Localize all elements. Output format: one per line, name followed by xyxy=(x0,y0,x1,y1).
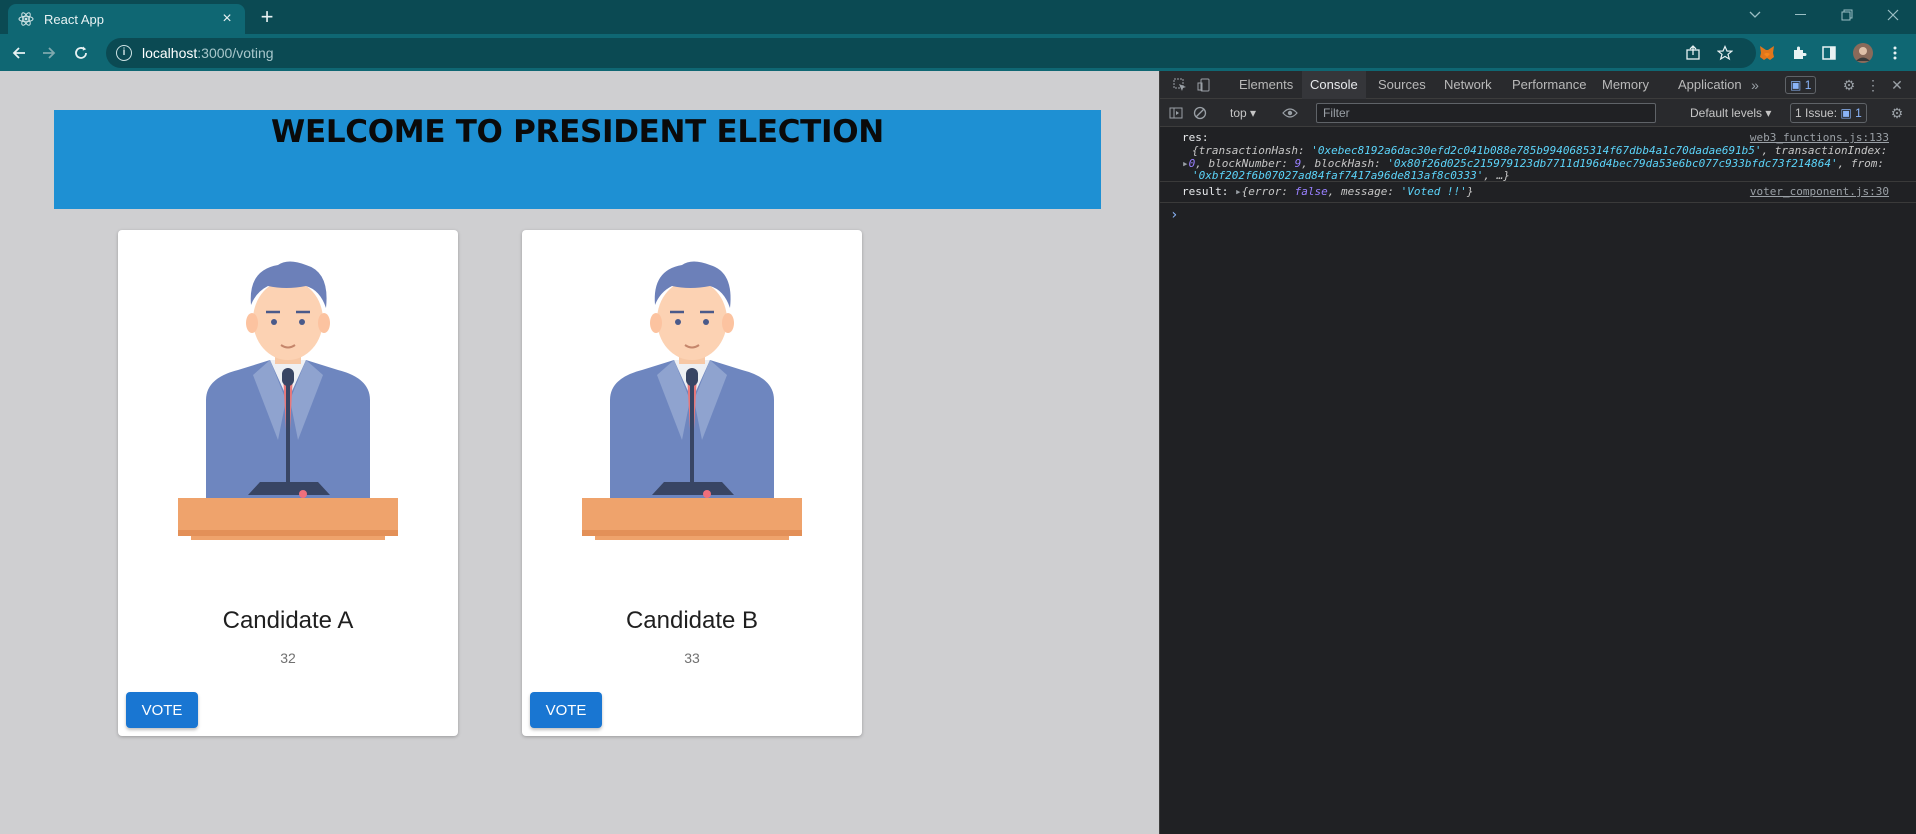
console-output: web3_functions.js:133 res: {transactionH… xyxy=(1160,128,1916,227)
filter-input[interactable]: Filter xyxy=(1316,103,1656,123)
share-icon[interactable] xyxy=(1682,42,1704,64)
browser-toolbar: i localhost:3000/voting xyxy=(0,34,1916,71)
site-info-icon[interactable]: i xyxy=(116,45,132,61)
candidate-name: Candidate B xyxy=(625,607,759,634)
react-logo-icon xyxy=(18,11,34,27)
log-source-link[interactable]: web3_functions.js:133 xyxy=(1750,131,1889,145)
tab-search-icon[interactable] xyxy=(1732,0,1778,30)
issue-icon: ▣ xyxy=(1840,106,1852,120)
devtools-panel: Elements Console Sources Network Perform… xyxy=(1159,71,1916,834)
browser-tab[interactable]: React App × xyxy=(8,4,245,34)
candidate-name: Candidate A xyxy=(222,607,354,634)
candidate-card: Candidate A 32 VOTE xyxy=(118,230,458,736)
url-host: localhost xyxy=(142,45,198,61)
profile-avatar[interactable] xyxy=(1852,42,1874,64)
inspect-element-icon[interactable] xyxy=(1170,75,1190,95)
log-source-link[interactable]: voter_component.js:30 xyxy=(1750,185,1889,199)
extensions-icon[interactable] xyxy=(1788,42,1810,64)
new-tab-icon[interactable]: + xyxy=(256,6,278,29)
console-log-entry: web3_functions.js:133 res: {transactionH… xyxy=(1160,128,1916,182)
minimize-icon[interactable] xyxy=(1778,0,1824,30)
candidate-avatar-icon xyxy=(582,261,802,540)
tab-console[interactable]: Console xyxy=(1302,71,1366,99)
log-label: result: xyxy=(1182,185,1229,198)
page-title: WELCOME TO PRESIDENT ELECTION xyxy=(271,114,884,150)
vote-button[interactable]: VOTE xyxy=(530,692,602,728)
star-icon[interactable] xyxy=(1714,42,1736,64)
tab-application[interactable]: Application xyxy=(1670,71,1750,99)
settings-icon[interactable]: ⚙ xyxy=(1839,75,1859,95)
reload-icon[interactable] xyxy=(68,40,94,66)
expand-triangle-icon[interactable]: ▸ xyxy=(1182,157,1189,170)
tab-memory[interactable]: Memory xyxy=(1594,71,1657,99)
candidate-avatar-icon xyxy=(178,261,398,540)
console-toolbar: top ▾ Filter Default levels ▾ 1 Issue: ▣… xyxy=(1160,99,1916,127)
window-close-icon[interactable] xyxy=(1870,0,1916,30)
forward-icon[interactable] xyxy=(36,40,62,66)
vote-button[interactable]: VOTE xyxy=(126,692,198,728)
menu-icon[interactable] xyxy=(1884,42,1906,64)
browser-tab-strip: React App × + xyxy=(0,0,1916,34)
messages-badge[interactable]: ▣ 1 xyxy=(1785,76,1817,94)
console-settings-icon[interactable]: ⚙ xyxy=(1887,103,1907,123)
tab-sources[interactable]: Sources xyxy=(1370,71,1434,99)
page-content: WELCOME TO PRESIDENT ELECTION Candidate … xyxy=(0,71,1159,834)
device-toolbar-icon[interactable] xyxy=(1194,75,1214,95)
metamask-icon[interactable] xyxy=(1756,42,1778,64)
dropdown-arrow-icon: ▾ xyxy=(1250,106,1257,120)
issues-counter[interactable]: 1 Issue: ▣ 1 xyxy=(1790,103,1867,123)
url-path: :3000/voting xyxy=(197,45,274,61)
eye-icon[interactable] xyxy=(1280,103,1300,123)
candidate-card: Candidate B 33 VOTE xyxy=(522,230,862,736)
tab-performance[interactable]: Performance xyxy=(1504,71,1594,99)
tab-elements[interactable]: Elements xyxy=(1231,71,1301,99)
dropdown-arrow-icon: ▾ xyxy=(1765,106,1772,120)
context-selector[interactable]: top ▾ xyxy=(1230,103,1256,123)
address-bar[interactable]: i localhost:3000/voting xyxy=(106,38,1756,68)
more-options-icon[interactable]: ⋮ xyxy=(1863,75,1883,95)
console-prompt[interactable]: › xyxy=(1160,203,1916,227)
sidebar-toggle-icon[interactable] xyxy=(1166,103,1186,123)
log-levels-selector[interactable]: Default levels ▾ xyxy=(1690,103,1771,123)
more-tabs-icon[interactable]: » xyxy=(1745,75,1765,95)
tab-network[interactable]: Network xyxy=(1436,71,1500,99)
side-panel-icon[interactable] xyxy=(1818,42,1840,64)
candidate-vote-count: 33 xyxy=(684,650,700,666)
candidate-vote-count: 32 xyxy=(280,650,296,666)
back-icon[interactable] xyxy=(6,40,32,66)
election-banner: WELCOME TO PRESIDENT ELECTION xyxy=(54,110,1101,209)
message-icon: ▣ xyxy=(1790,78,1802,92)
close-devtools-icon[interactable]: ✕ xyxy=(1887,75,1907,95)
clear-console-icon[interactable] xyxy=(1190,103,1210,123)
console-log-entry: voter_component.js:30 result: ▸{error: f… xyxy=(1160,182,1916,203)
tab-title: React App xyxy=(44,11,104,27)
close-icon[interactable]: × xyxy=(219,11,235,27)
devtools-tab-bar: Elements Console Sources Network Perform… xyxy=(1160,71,1916,99)
restore-icon[interactable] xyxy=(1824,0,1870,30)
expand-triangle-icon[interactable]: ▸ xyxy=(1235,185,1242,198)
